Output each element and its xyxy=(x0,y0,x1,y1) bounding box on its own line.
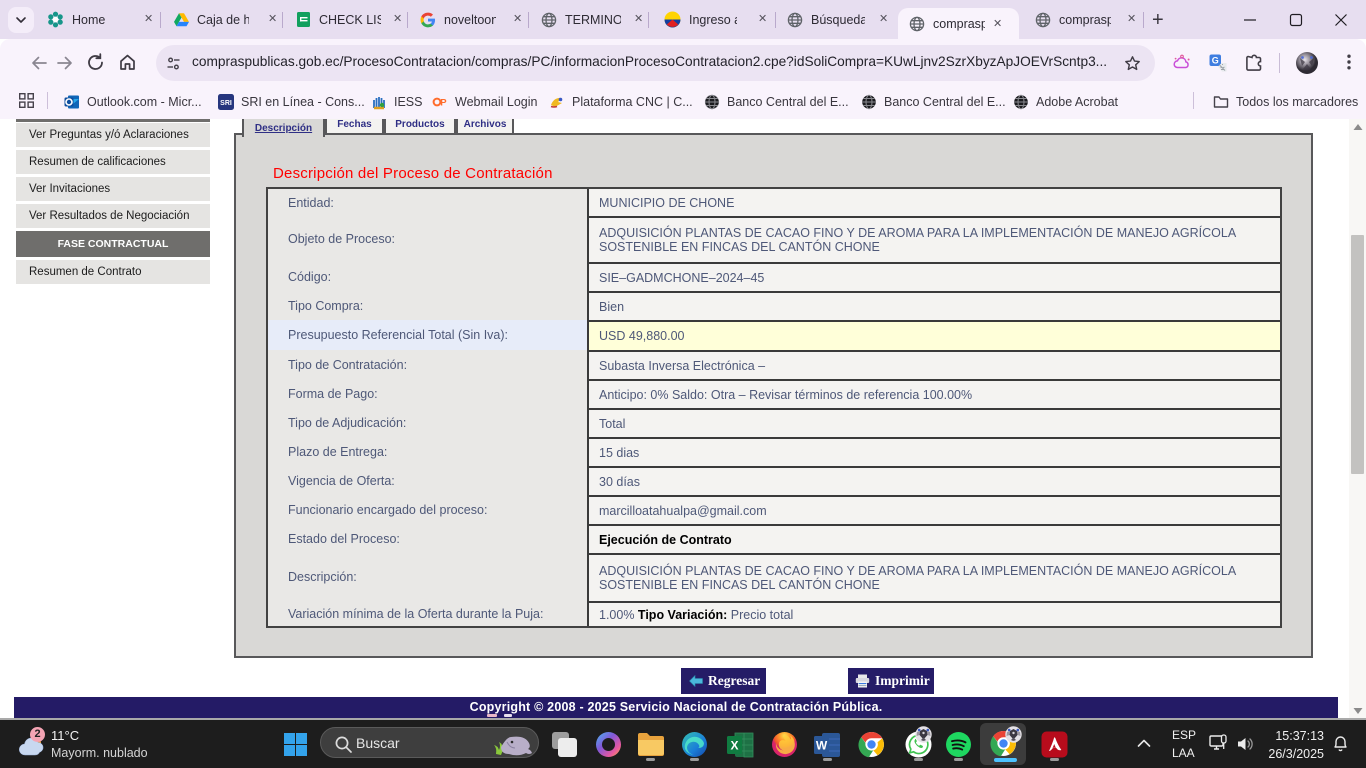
svg-text:SRI: SRI xyxy=(220,100,232,107)
svg-text:P: P xyxy=(440,98,447,109)
svg-text:X: X xyxy=(730,739,738,753)
svg-text:G: G xyxy=(1212,56,1219,66)
svg-text:W: W xyxy=(816,739,828,753)
